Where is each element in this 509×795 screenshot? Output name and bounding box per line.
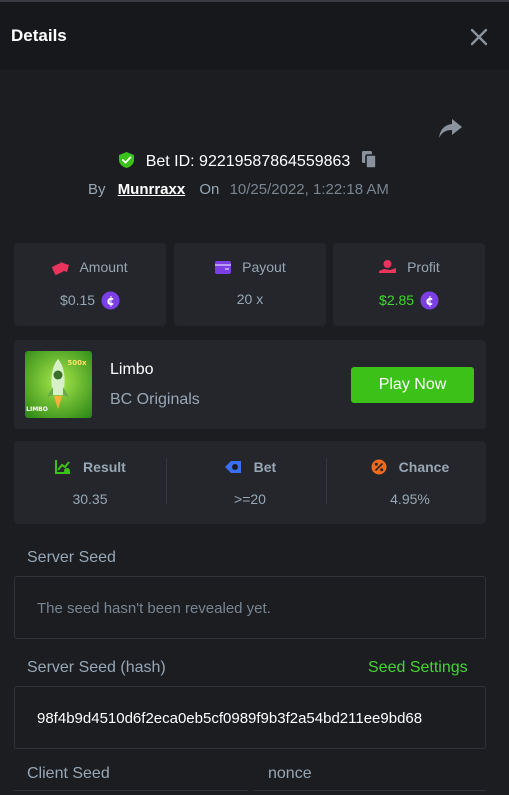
server-seed-hash-value: 98f4b9d4510d6f2eca0eb5cf0989f9b3f2a54bd2… bbox=[37, 710, 423, 727]
divider bbox=[166, 458, 167, 504]
server-seed-hash-label: Server Seed (hash) bbox=[27, 659, 166, 676]
profit-value-row: $2.85 ¢ bbox=[333, 291, 485, 313]
server-seed-field[interactable]: The seed hasn't been revealed yet. bbox=[14, 576, 486, 639]
profit-value: $2.85 bbox=[379, 292, 415, 308]
copy-icon[interactable] bbox=[356, 151, 377, 170]
chance-label-row: Chance bbox=[334, 459, 486, 475]
verified-shield-icon bbox=[118, 152, 139, 170]
wallet-icon bbox=[214, 259, 242, 275]
server-seed-label: Server Seed bbox=[27, 549, 116, 566]
page-title: Details bbox=[11, 26, 67, 45]
server-seed-placeholder: The seed hasn't been revealed yet. bbox=[37, 600, 271, 617]
amount-value: $0.15 bbox=[60, 292, 96, 308]
play-now-button[interactable]: Play Now bbox=[351, 367, 474, 403]
client-seed-label: Client Seed bbox=[27, 765, 110, 782]
close-icon[interactable] bbox=[468, 26, 490, 48]
bet-icon bbox=[224, 459, 254, 475]
svg-text:¢: ¢ bbox=[106, 294, 114, 308]
header-bar: Details bbox=[0, 0, 509, 70]
bet-datetime: 10/25/2022, 1:22:18 AM bbox=[229, 181, 389, 198]
username-link[interactable]: Munrraxx bbox=[118, 181, 186, 198]
nonce-field[interactable] bbox=[254, 790, 486, 795]
svg-text:¢: ¢ bbox=[425, 294, 433, 308]
payout-value: 20 x bbox=[236, 291, 264, 307]
chance-icon bbox=[371, 459, 399, 475]
payout-card: Payout 20 x bbox=[174, 243, 326, 326]
result-card: Result 30.35 Bet >=20 Chance 4.95% bbox=[14, 441, 486, 524]
chance-column: Chance 4.95% bbox=[334, 441, 486, 524]
by-label: By bbox=[88, 181, 106, 198]
bet-label-row: Bet bbox=[174, 459, 326, 475]
chance-value: 4.95% bbox=[390, 491, 430, 507]
on-label: On bbox=[199, 181, 220, 198]
game-thumbnail[interactable]: 500x LIMBO bbox=[25, 351, 92, 418]
divider bbox=[326, 458, 327, 504]
thumb-text: LIMBO bbox=[26, 406, 48, 413]
share-icon[interactable] bbox=[436, 114, 464, 142]
game-name: Limbo bbox=[110, 361, 154, 378]
game-card: 500x LIMBO Limbo BC Originals Play Now bbox=[14, 340, 486, 429]
result-icon bbox=[54, 459, 83, 475]
coin-icon: ¢ bbox=[101, 291, 120, 313]
result-value: 30.35 bbox=[72, 491, 108, 507]
profit-label-row: Profit bbox=[333, 259, 485, 275]
payout-label-row: Payout bbox=[174, 259, 326, 275]
amount-icon bbox=[52, 259, 79, 275]
nonce-label: nonce bbox=[268, 765, 312, 782]
bet-id-row: Bet ID: 92219587864559863 bbox=[0, 150, 496, 171]
bet-id: Bet ID: 92219587864559863 bbox=[145, 153, 351, 170]
coin-icon: ¢ bbox=[420, 291, 439, 313]
seed-settings-link[interactable]: Seed Settings bbox=[368, 659, 468, 677]
amount-label-row: Amount bbox=[14, 259, 166, 275]
bet-column: Bet >=20 bbox=[174, 441, 326, 524]
amount-card: Amount $0.15 ¢ bbox=[14, 243, 166, 326]
result-column: Result 30.35 bbox=[14, 441, 166, 524]
profit-card: Profit $2.85 ¢ bbox=[333, 243, 485, 326]
client-seed-field[interactable] bbox=[14, 790, 248, 795]
result-label-row: Result bbox=[14, 459, 166, 475]
game-provider: BC Originals bbox=[110, 391, 200, 408]
bet-value: >=20 bbox=[234, 491, 266, 507]
thumb-badge: 500x bbox=[67, 359, 87, 367]
amount-value-row: $0.15 ¢ bbox=[14, 291, 166, 313]
bet-meta: By Munrraxx On 10/25/2022, 1:22:18 AM bbox=[88, 181, 389, 198]
server-seed-hash-field[interactable]: 98f4b9d4510d6f2eca0eb5cf0989f9b3f2a54bd2… bbox=[14, 686, 486, 749]
profit-icon bbox=[378, 259, 407, 275]
